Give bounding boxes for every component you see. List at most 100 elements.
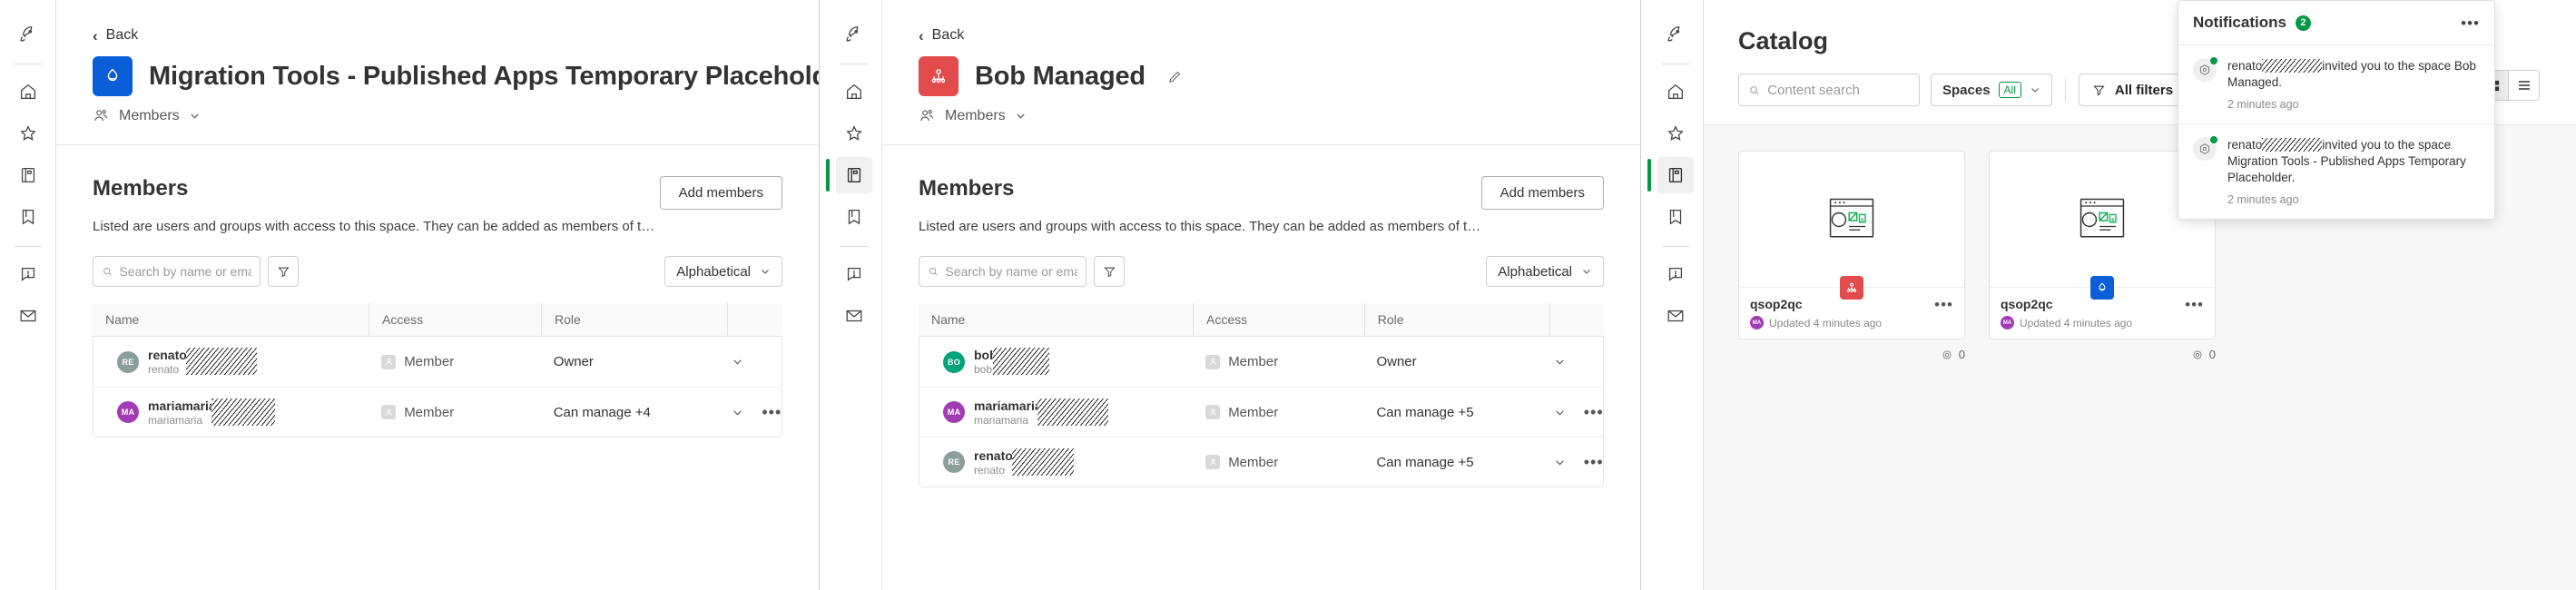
sidebar-item-rocket[interactable] xyxy=(836,16,872,53)
catalog-book-icon xyxy=(1668,167,1682,183)
card-more-options-icon[interactable]: ••• xyxy=(2185,297,2204,312)
table-row[interactable]: MA mariamaria mariamaria Member Can manage +… xyxy=(93,387,782,437)
row-more-options-icon[interactable]: ••• xyxy=(1584,454,1604,470)
avatar: BO xyxy=(943,350,965,373)
chevron-down-icon[interactable] xyxy=(189,110,201,122)
members-people-icon xyxy=(920,110,933,122)
members-people-icon xyxy=(94,110,107,122)
sidebar-item-mail[interactable] xyxy=(10,298,46,334)
sidebar-item-rocket[interactable] xyxy=(10,16,46,53)
spaces-filter-dropdown[interactable]: Spaces All xyxy=(1931,74,2052,106)
search-icon xyxy=(929,268,938,276)
sidebar-item-collections[interactable] xyxy=(836,199,872,235)
space-subnav-2[interactable]: Members xyxy=(919,107,1604,124)
role-dropdown-chevron[interactable] xyxy=(1554,356,1566,368)
sidebar-item-favorites[interactable] xyxy=(1657,115,1694,152)
member-search-box[interactable] xyxy=(919,256,1086,288)
redaction-overlay xyxy=(2262,59,2323,73)
alert-chat-icon xyxy=(21,267,34,281)
row-more-options-icon[interactable]: ••• xyxy=(1584,404,1604,420)
table-row[interactable]: BO bob bob Member Owner xyxy=(919,337,1603,387)
sidebar-item-home[interactable] xyxy=(1657,74,1694,110)
cell-access: Member xyxy=(1193,455,1363,470)
cell-access: Member xyxy=(1193,405,1363,420)
bookmark-icon xyxy=(848,210,860,225)
content-search-box[interactable] xyxy=(1738,74,1920,106)
table-row[interactable]: RE renato renato Member Owner xyxy=(93,337,782,387)
members-filter-button[interactable] xyxy=(268,256,299,288)
sidebar-item-collections[interactable] xyxy=(10,199,46,235)
list-view-button[interactable] xyxy=(2509,70,2540,101)
access-label: Member xyxy=(1228,404,1279,420)
members-filter-button[interactable] xyxy=(1094,256,1125,288)
star-icon xyxy=(845,125,862,141)
chevron-down-icon[interactable] xyxy=(1015,110,1027,122)
star-icon xyxy=(1667,125,1684,141)
add-members-button[interactable]: Add members xyxy=(1480,176,1604,210)
access-label: Member xyxy=(1228,454,1279,470)
panel-divider-2 xyxy=(1640,0,1647,590)
notification-actor: renato xyxy=(2227,59,2263,73)
content-search-input[interactable] xyxy=(1767,82,1910,98)
sort-dropdown[interactable]: Alphabetical xyxy=(664,256,782,288)
sidebar-item-catalog[interactable] xyxy=(1647,157,1694,193)
alert-chat-icon xyxy=(1668,267,1682,281)
sidebar-item-alerts[interactable] xyxy=(1657,256,1694,292)
sidebar-item-mail[interactable] xyxy=(1657,298,1694,334)
role-dropdown-chevron[interactable] xyxy=(732,356,743,368)
sidebar-item-catalog[interactable] xyxy=(825,157,872,193)
sidebar-item-catalog[interactable] xyxy=(10,157,46,193)
role-dropdown-chevron[interactable] xyxy=(1554,457,1566,468)
table-row[interactable]: MA mariamaria mariamaria Member Can manage +… xyxy=(919,387,1603,437)
card-owner-avatar: MA xyxy=(1750,316,1764,329)
space-subnav-1[interactable]: Members xyxy=(93,107,782,124)
cell-actions: ••• xyxy=(726,404,782,420)
catalog-book-icon xyxy=(847,167,860,183)
sidebar-item-home[interactable] xyxy=(10,74,46,110)
sort-dropdown[interactable]: Alphabetical xyxy=(1486,256,1604,288)
member-identity: mariamaria mariamaria xyxy=(148,398,275,427)
role-dropdown-chevron[interactable] xyxy=(732,407,743,418)
catalog-card[interactable]: qsop2qc MA Updated 4 minutes ago ••• xyxy=(1738,151,1965,339)
sidebar-item-rocket[interactable] xyxy=(1657,16,1694,53)
sidebar-item-alerts[interactable] xyxy=(10,256,46,292)
screenshot-stage: ‹ Back Migration Tools - Published Apps … xyxy=(0,0,2576,590)
row-more-options-icon[interactable]: ••• xyxy=(762,404,782,420)
star-icon xyxy=(19,125,36,141)
cell-role: Owner xyxy=(553,354,594,370)
sidebar-item-favorites[interactable] xyxy=(10,115,46,152)
back-button-2[interactable]: ‹ Back xyxy=(919,27,1604,44)
role-dropdown-chevron[interactable] xyxy=(1554,407,1566,418)
members-table-1: Name Access Role RE renato renato Member Own… xyxy=(93,303,782,438)
table-row[interactable]: RE renato renato Member Can manage +5 ••• xyxy=(919,437,1603,487)
member-search-input[interactable] xyxy=(945,264,1077,280)
sidebar-item-home[interactable] xyxy=(836,74,872,110)
space-header-1: ‹ Back Migration Tools - Published Apps … xyxy=(56,0,819,145)
member-identity: mariamaria mariamaria xyxy=(974,398,1108,427)
section-description: Listed are users and groups with access … xyxy=(93,219,660,234)
card-more-options-icon[interactable]: ••• xyxy=(1934,297,1953,312)
sidebar-item-collections[interactable] xyxy=(1657,199,1694,235)
notification-timestamp: 2 minutes ago xyxy=(2227,97,2299,111)
edit-title-icon[interactable] xyxy=(1167,69,1183,84)
column-header-name: Name xyxy=(931,312,966,328)
more-options-icon[interactable]: ••• xyxy=(2461,15,2480,31)
sidebar-item-favorites[interactable] xyxy=(836,115,872,152)
all-filters-button[interactable]: All filters xyxy=(2078,74,2188,106)
member-search-box[interactable] xyxy=(93,256,261,288)
sidebar-item-mail[interactable] xyxy=(836,298,872,334)
add-members-button[interactable]: Add members xyxy=(659,176,782,210)
members-section-1: Members Listed are users and groups with… xyxy=(56,145,819,590)
filter-funnel-icon xyxy=(2093,85,2105,95)
page-title: Bob Managed xyxy=(975,61,1145,91)
redaction-overlay xyxy=(1037,398,1108,426)
sidebar-item-alerts[interactable] xyxy=(836,256,872,292)
notification-item[interactable]: renato invited you to the space Migration… xyxy=(2178,124,2494,219)
bookmark-icon xyxy=(22,210,34,225)
chevron-down-icon xyxy=(2031,88,2039,93)
member-search-input[interactable] xyxy=(119,264,251,280)
cell-role: Can manage +5 xyxy=(1376,454,1474,470)
back-button-1[interactable]: ‹ Back xyxy=(93,27,782,44)
notification-item[interactable]: renato invited you to the space Bob Manag… xyxy=(2178,45,2494,124)
card-meta: MA Updated 4 minutes ago xyxy=(1750,316,1882,329)
